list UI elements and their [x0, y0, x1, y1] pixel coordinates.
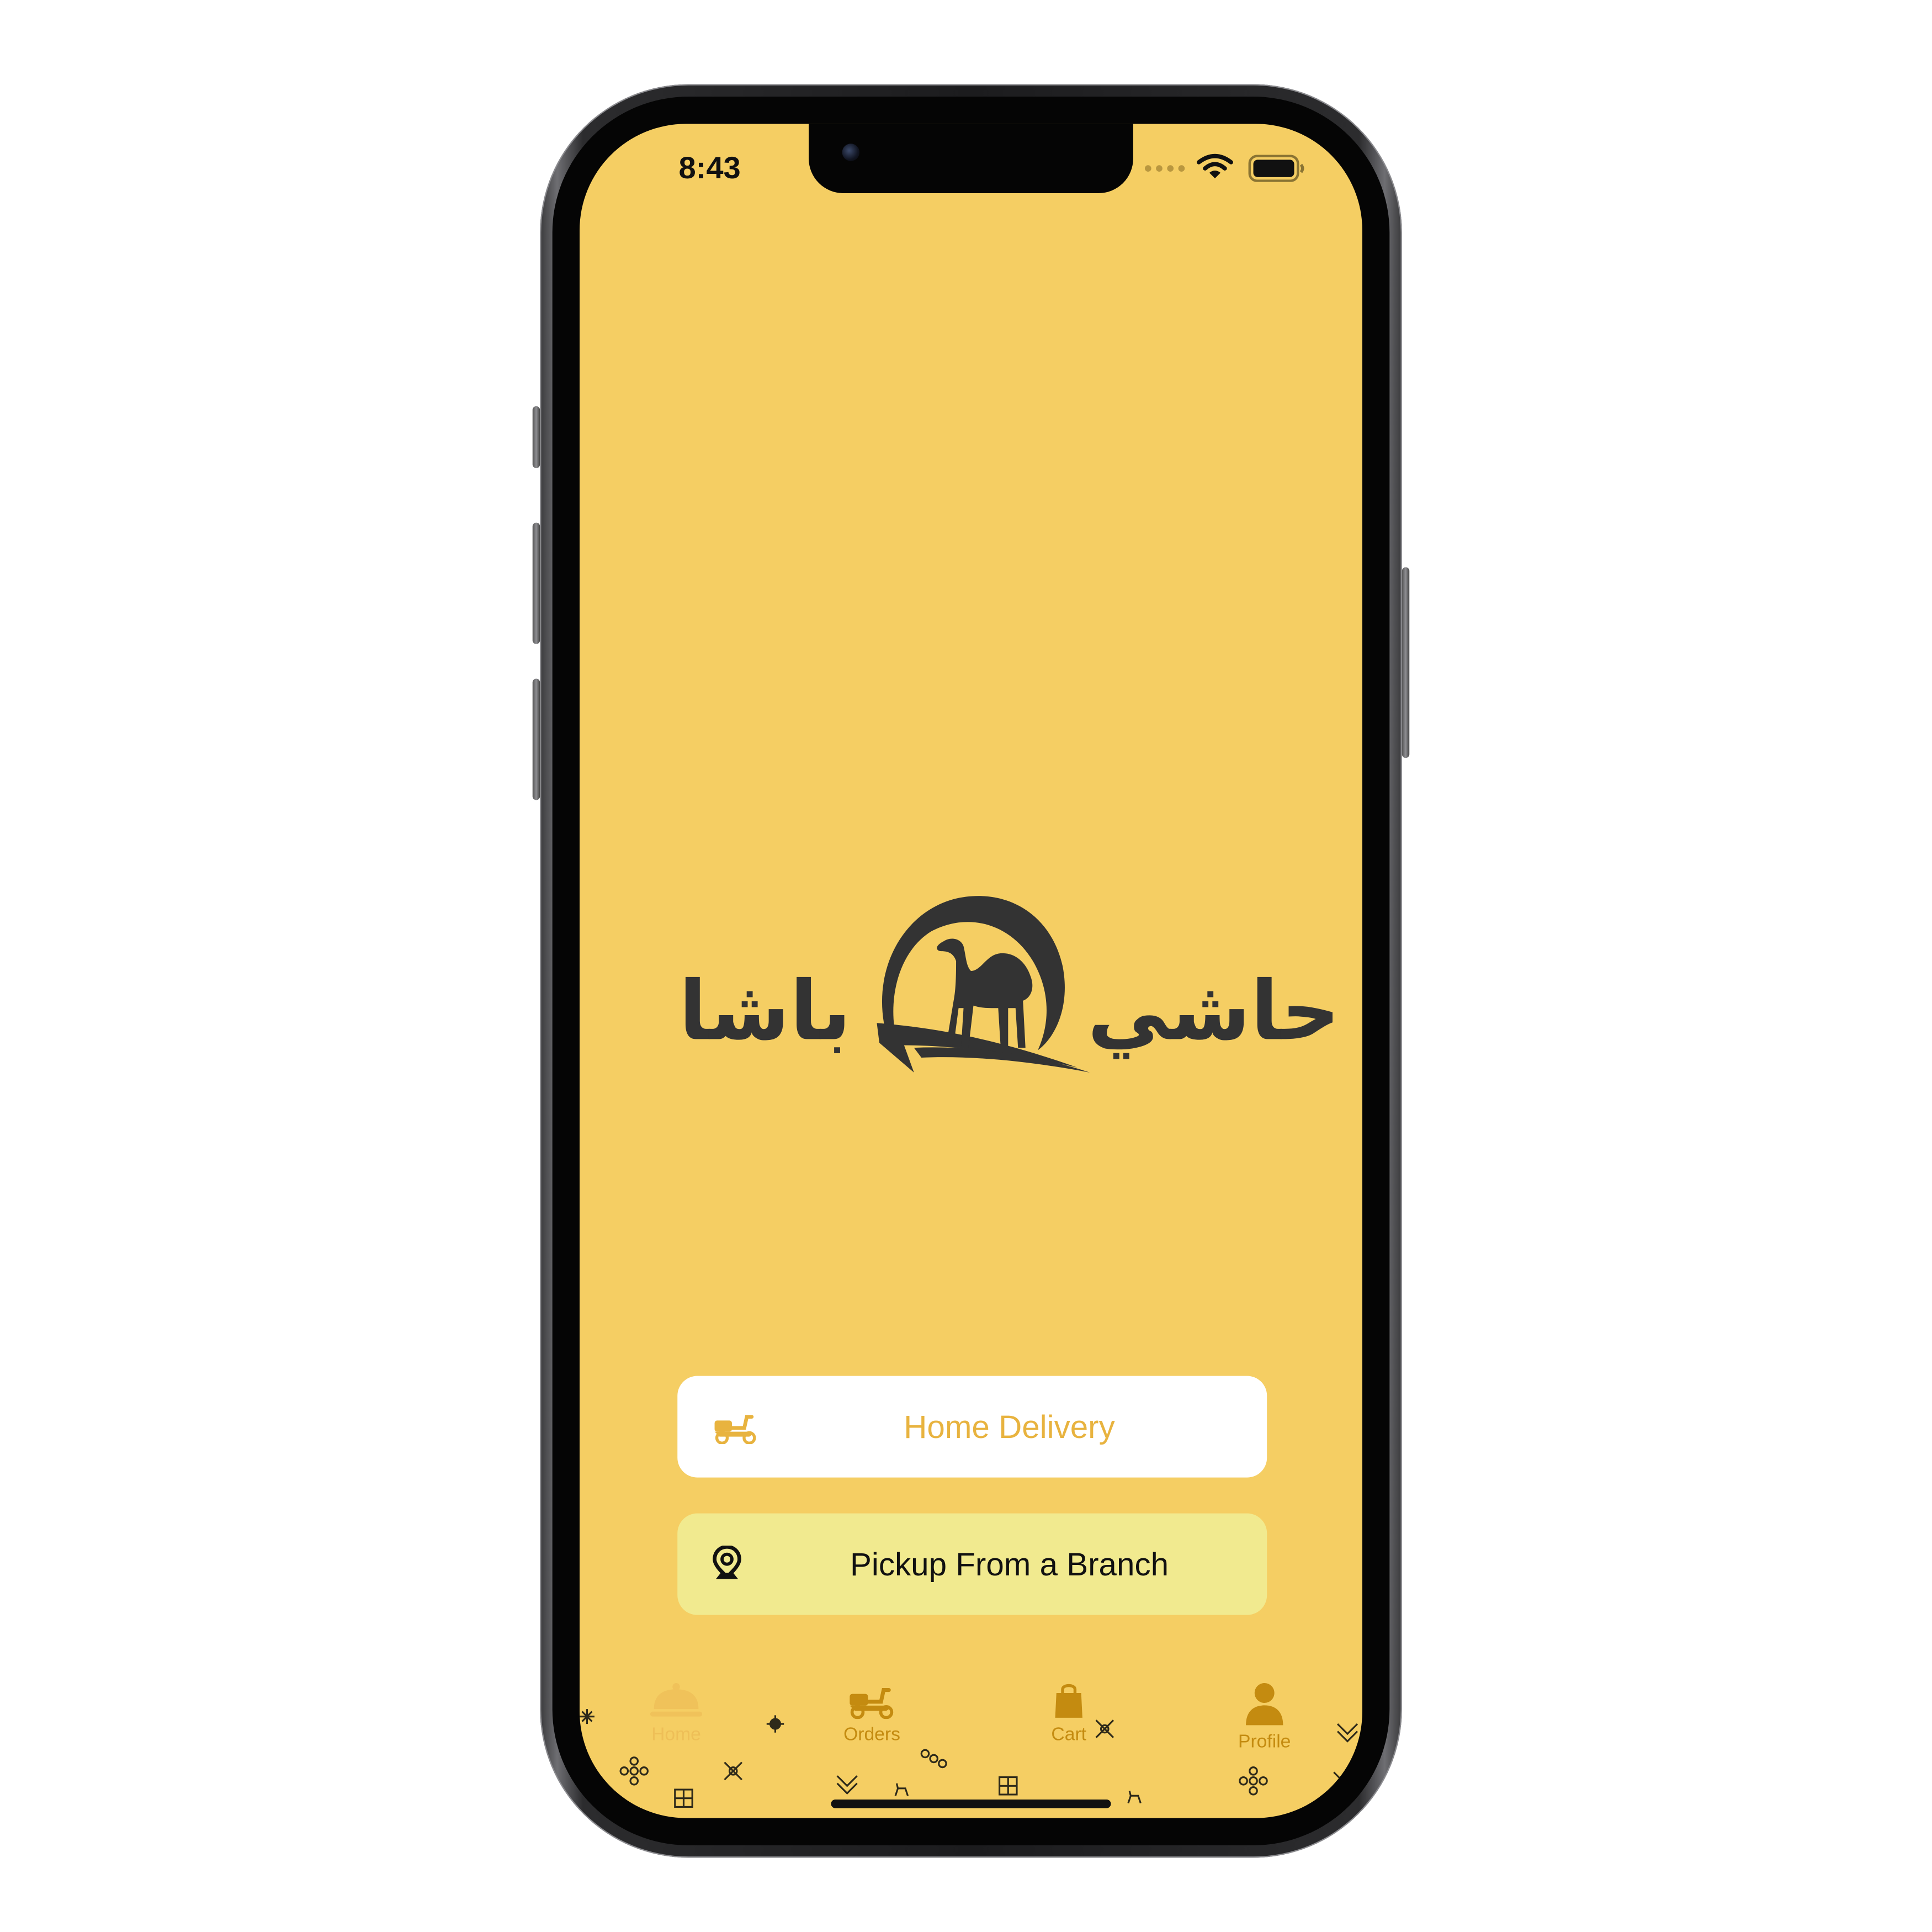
volume-up-button: [532, 522, 540, 644]
home-delivery-label: Home Delivery: [904, 1407, 1115, 1445]
device-mockup: 8:43 باشا حاشي Home Delivery Pickup From…: [0, 0, 1932, 1932]
home-indicator[interactable]: [831, 1799, 1111, 1808]
tab-cart-label: Cart: [1051, 1724, 1087, 1745]
tab-profile[interactable]: Profile: [1203, 1682, 1326, 1753]
brand-word-right: حاشي: [1087, 963, 1340, 1059]
mute-switch: [532, 406, 540, 469]
location-pin-icon: [712, 1546, 742, 1583]
tab-orders[interactable]: Orders: [810, 1682, 933, 1745]
shopping-bag-icon: [1055, 1684, 1082, 1718]
person-icon: [1246, 1683, 1283, 1726]
tab-home-label: Home: [651, 1724, 701, 1745]
pickup-label: Pickup From a Branch: [850, 1544, 1169, 1583]
notch: [809, 124, 1133, 194]
wifi-icon: [1196, 154, 1233, 179]
power-button: [1402, 567, 1410, 758]
signal-dots-icon: [1144, 165, 1185, 172]
status-time: 8:43: [678, 151, 741, 186]
brand-word-left: باشا: [678, 963, 851, 1059]
tab-orders-label: Orders: [843, 1724, 900, 1745]
scooter-icon: [712, 1409, 759, 1445]
app-screen: 8:43 باشا حاشي Home Delivery Pickup From…: [580, 124, 1362, 1818]
bottom-tab-bar: Home Orders Cart Profile: [580, 1672, 1362, 1818]
pickup-from-branch-button[interactable]: Pickup From a Branch: [677, 1513, 1267, 1615]
food-cloche-icon: [650, 1683, 703, 1717]
tab-cart[interactable]: Cart: [1007, 1682, 1130, 1745]
tab-profile-label: Profile: [1238, 1731, 1291, 1753]
volume-down-button: [532, 678, 540, 800]
scooter-icon: [850, 1688, 894, 1719]
front-camera-icon: [842, 144, 860, 161]
battery-icon: [1248, 155, 1304, 182]
brand-logo: باشا حاشي: [678, 889, 1340, 1100]
tab-home[interactable]: Home: [614, 1682, 738, 1745]
home-delivery-button[interactable]: Home Delivery: [677, 1376, 1267, 1478]
